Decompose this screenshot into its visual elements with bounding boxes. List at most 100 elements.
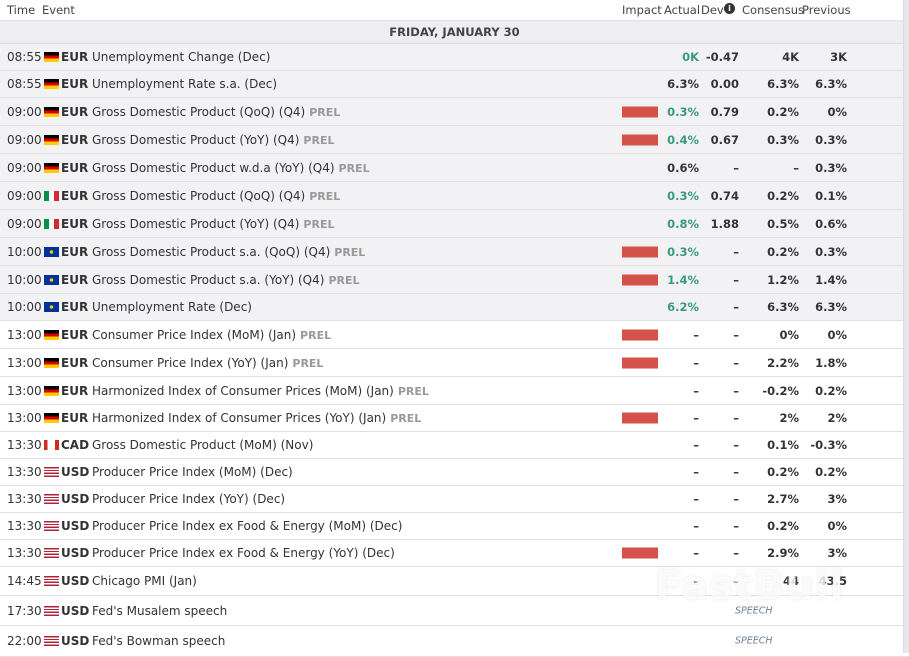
table-row[interactable]: 22:00 USD Fed's Bowman speech SPEECH xyxy=(0,626,909,657)
event-time: 08:55 xyxy=(7,77,42,91)
prel-badge: PREL xyxy=(303,217,335,231)
flag-de-icon xyxy=(44,357,59,368)
consensus-value: 0.1% xyxy=(767,438,799,452)
prel-badge: PREL xyxy=(397,384,429,398)
currency: USD xyxy=(61,546,90,560)
event-name[interactable]: Gross Domestic Product (YoY) (Q4) PREL xyxy=(92,217,334,231)
event-name[interactable]: Consumer Price Index (YoY) (Jan) PREL xyxy=(92,356,323,370)
table-row[interactable]: 13:30 CAD Gross Domestic Product (MoM) (… xyxy=(0,432,909,459)
event-time: 10:00 xyxy=(7,300,42,314)
prel-badge: PREL xyxy=(309,189,341,203)
event-name[interactable]: Gross Domestic Product (MoM) (Nov) xyxy=(92,438,313,452)
previous-value: 6.3% xyxy=(815,77,847,91)
consensus-value: 4K xyxy=(782,50,799,64)
table-row[interactable]: 10:00 EUR Unemployment Rate (Dec) 6.2% –… xyxy=(0,294,909,321)
actual-value: 0.3% xyxy=(667,188,699,203)
scrollbar[interactable] xyxy=(903,0,909,653)
table-row[interactable]: 13:00 EUR Consumer Price Index (MoM) (Ja… xyxy=(0,321,909,349)
consensus-value: 0.2% xyxy=(767,244,799,259)
event-title: Chicago PMI (Jan) xyxy=(92,574,197,588)
event-title: Unemployment Change (Dec) xyxy=(92,50,271,64)
event-name[interactable]: Producer Price Index ex Food & Energy (Y… xyxy=(92,546,395,560)
table-row[interactable]: 09:00 EUR Gross Domestic Product w.d.a (… xyxy=(0,154,909,182)
actual-value: 0K xyxy=(682,50,699,64)
flag-it-icon xyxy=(44,190,59,201)
prel-badge: PREL xyxy=(292,356,324,370)
event-title: Producer Price Index ex Food & Energy (Y… xyxy=(92,546,395,560)
flag-us-icon xyxy=(44,521,59,531)
impact-medium-indicator xyxy=(622,494,658,505)
impact-medium-indicator xyxy=(622,302,658,313)
event-name[interactable]: Fed's Bowman speech xyxy=(92,634,225,648)
currency: EUR xyxy=(61,327,89,342)
table-row[interactable]: 08:55 EUR Unemployment Rate s.a. (Dec) 6… xyxy=(0,71,909,98)
impact-medium-indicator xyxy=(622,636,658,647)
flag-de-icon xyxy=(44,134,59,145)
prel-badge: PREL xyxy=(390,412,422,425)
flag-us-icon xyxy=(44,467,59,477)
impact-high-indicator xyxy=(622,134,658,145)
event-name[interactable]: Chicago PMI (Jan) xyxy=(92,574,197,588)
event-name[interactable]: Consumer Price Index (MoM) (Jan) PREL xyxy=(92,328,331,342)
event-name[interactable]: Producer Price Index ex Food & Energy (M… xyxy=(92,519,402,533)
consensus-value: 0.2% xyxy=(767,104,799,119)
deviation-value: – xyxy=(733,519,739,533)
event-name[interactable]: Unemployment Rate (Dec) xyxy=(92,300,252,314)
table-row[interactable]: 09:00 EUR Gross Domestic Product (QoQ) (… xyxy=(0,98,909,126)
event-name[interactable]: Gross Domestic Product (QoQ) (Q4) PREL xyxy=(92,105,340,119)
table-row[interactable]: 10:00 EUR Gross Domestic Product s.a. (Y… xyxy=(0,266,909,294)
table-row[interactable]: 13:30 USD Producer Price Index (YoY) (De… xyxy=(0,486,909,513)
info-icon[interactable]: i xyxy=(724,3,735,14)
actual-value: – xyxy=(693,383,699,398)
currency: EUR xyxy=(61,216,89,231)
event-name[interactable]: Gross Domestic Product (YoY) (Q4) PREL xyxy=(92,133,334,147)
impact-high-indicator xyxy=(622,357,658,368)
event-title: Unemployment Rate s.a. (Dec) xyxy=(92,77,278,91)
previous-value: 0.1% xyxy=(815,188,847,203)
table-row[interactable]: 13:00 EUR Harmonized Index of Consumer P… xyxy=(0,405,909,432)
previous-value: 1.4% xyxy=(815,272,847,287)
event-title: Harmonized Index of Consumer Prices (MoM… xyxy=(92,383,394,398)
consensus-value: 0.2% xyxy=(767,188,799,203)
event-name[interactable]: Producer Price Index (MoM) (Dec) xyxy=(92,465,293,479)
flag-us-icon xyxy=(44,576,59,586)
event-name[interactable]: Unemployment Change (Dec) xyxy=(92,50,270,64)
currency: EUR xyxy=(61,355,89,370)
consensus-value: 0% xyxy=(779,327,799,342)
impact-medium-indicator xyxy=(622,576,658,587)
event-time: 13:00 xyxy=(7,327,42,342)
event-time: 09:00 xyxy=(7,216,42,231)
col-time: Time xyxy=(7,3,36,17)
currency: EUR xyxy=(61,244,89,259)
table-row[interactable]: 13:00 EUR Consumer Price Index (YoY) (Ja… xyxy=(0,349,909,377)
event-name[interactable]: Harmonized Index of Consumer Prices (MoM… xyxy=(92,384,429,398)
currency: EUR xyxy=(61,188,89,203)
impact-medium-indicator xyxy=(622,440,658,451)
table-row[interactable]: 10:00 EUR Gross Domestic Product s.a. (Q… xyxy=(0,238,909,266)
event-name[interactable]: Fed's Musalem speech xyxy=(92,604,227,618)
event-name[interactable]: Unemployment Rate s.a. (Dec) xyxy=(92,77,277,91)
event-title: Producer Price Index ex Food & Energy (M… xyxy=(92,519,403,533)
impact-medium-indicator xyxy=(622,385,658,396)
actual-value: – xyxy=(693,355,699,370)
event-name[interactable]: Gross Domestic Product (QoQ) (Q4) PREL xyxy=(92,189,340,203)
prel-badge: PREL xyxy=(303,133,335,147)
table-header: Time Event Impact Actual Dev i Consensus… xyxy=(0,0,909,21)
table-row[interactable]: 09:00 EUR Gross Domestic Product (YoY) (… xyxy=(0,126,909,154)
flag-ca-icon xyxy=(44,440,59,450)
event-name[interactable]: Producer Price Index (YoY) (Dec) xyxy=(92,492,285,506)
event-name[interactable]: Gross Domestic Product s.a. (QoQ) (Q4) PR… xyxy=(92,245,365,259)
impact-medium-indicator xyxy=(622,52,658,63)
table-row[interactable]: 13:00 EUR Harmonized Index of Consumer P… xyxy=(0,377,909,405)
table-row[interactable]: 08:55 EUR Unemployment Change (Dec) 0K -… xyxy=(0,44,909,71)
deviation-value: – xyxy=(733,160,739,175)
currency: USD xyxy=(61,492,90,506)
table-row[interactable]: 13:30 USD Producer Price Index ex Food &… xyxy=(0,513,909,540)
event-name[interactable]: Harmonized Index of Consumer Prices (YoY… xyxy=(92,411,421,425)
event-name[interactable]: Gross Domestic Product w.d.a (YoY) (Q4) P… xyxy=(92,161,370,175)
table-row[interactable]: 13:30 USD Producer Price Index (MoM) (De… xyxy=(0,459,909,486)
event-name[interactable]: Gross Domestic Product s.a. (YoY) (Q4) PR… xyxy=(92,273,360,287)
event-title: Gross Domestic Product s.a. (YoY) (Q4) xyxy=(92,272,325,287)
table-row[interactable]: 09:00 EUR Gross Domestic Product (QoQ) (… xyxy=(0,182,909,210)
table-row[interactable]: 09:00 EUR Gross Domestic Product (YoY) (… xyxy=(0,210,909,238)
